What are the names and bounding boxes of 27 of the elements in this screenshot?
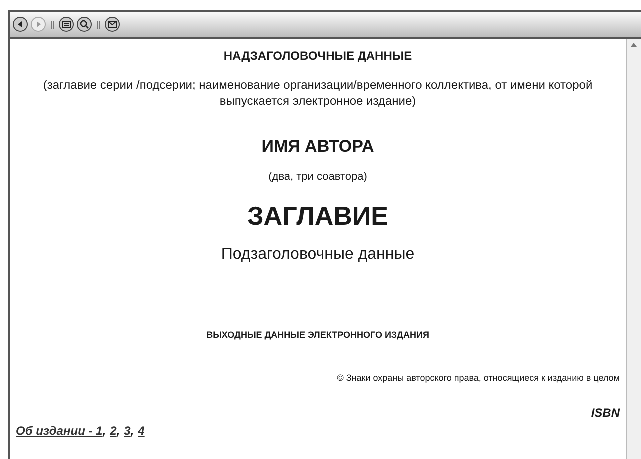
search-button[interactable] [77, 17, 92, 32]
comma-text: , [130, 424, 134, 438]
right-triangle-icon [35, 21, 42, 28]
list-icon [62, 21, 71, 28]
copyright-text: © Знаки охраны авторского права, относящиеся к изданию в целом [337, 373, 620, 383]
title-text: ЗАГЛАВИЕ [248, 201, 388, 232]
page-link[interactable]: 2 [110, 424, 117, 438]
page-link[interactable]: 4 [138, 424, 145, 438]
series-note: (заглавие серии /подсерии; наименование организации/временного коллектива, от имени которой выпускается электронное издание) [42, 77, 594, 109]
comma-text: , [116, 424, 120, 438]
coauthors-note: (два, три соавтора) [268, 171, 368, 183]
comma-text: , [102, 424, 106, 438]
isbn-label: ISBN [591, 406, 620, 420]
imprint-text: ВЫХОДНЫЕ ДАННЫЕ ЭЛЕКТРОННОГО ИЗДАНИЯ [206, 330, 430, 340]
scroll-up-icon[interactable] [631, 43, 637, 47]
scrollbar[interactable] [626, 39, 641, 459]
header-text: НАДЗАГОЛОВОЧНЫЕ ДАННЫЕ [224, 49, 412, 63]
page-link[interactable]: Об издании - 1 [16, 424, 103, 438]
left-triangle-icon [17, 21, 24, 28]
mail-button[interactable] [105, 17, 120, 32]
author-name: ИМЯ АВТОРА [262, 137, 374, 157]
page-link[interactable]: 3 [124, 424, 131, 438]
back-button[interactable] [13, 17, 28, 32]
envelope-icon [108, 21, 117, 28]
search-icon [80, 20, 89, 29]
contents-button[interactable] [59, 17, 74, 32]
subtitle-text: Подзаголовочные данные [221, 246, 415, 264]
